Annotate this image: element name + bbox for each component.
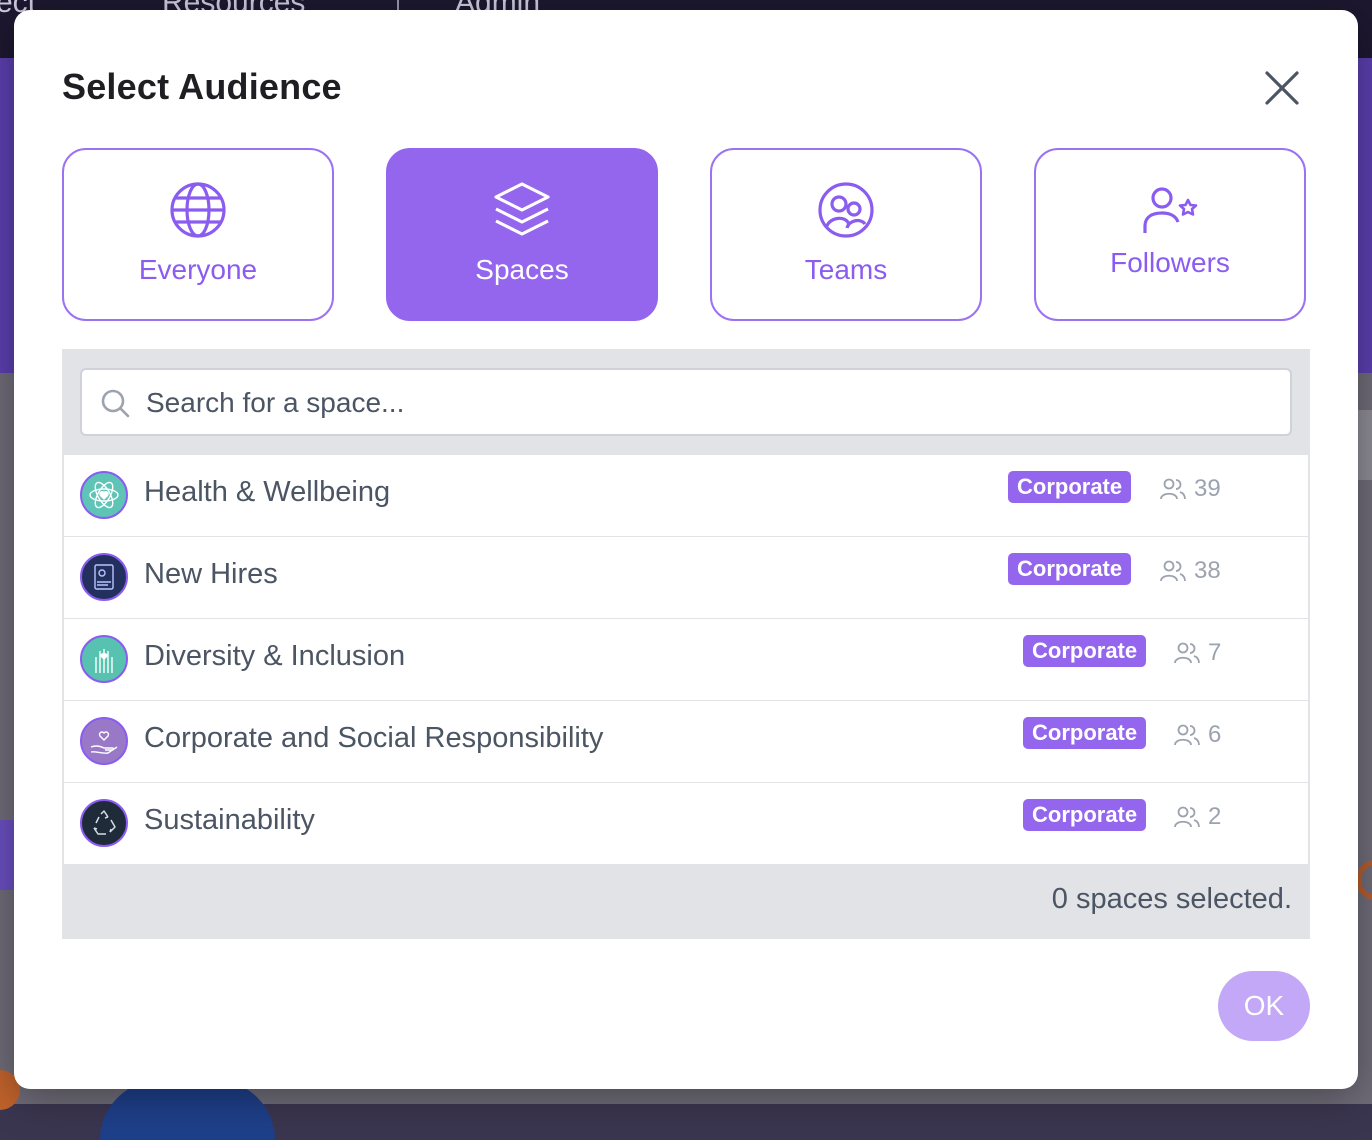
list-item[interactable]: Health & Wellbeing Corporate 39 [64,455,1308,536]
avatar [80,717,128,765]
close-icon [1265,71,1299,105]
space-type-badge: Corporate [1008,471,1132,503]
atom-heart-icon [89,481,119,509]
avatar [80,635,128,683]
member-count-value: 38 [1194,557,1221,584]
space-name: Corporate and Social Responsibility [144,722,604,754]
globe-icon [170,182,226,238]
hand-heart-icon [90,731,118,754]
dialog-title: Select Audience [62,66,342,107]
space-name: Sustainability [144,804,315,836]
avatar [80,799,128,847]
space-type-badge: Corporate [1023,717,1147,749]
member-count: 39 [1160,475,1221,503]
background-divider [397,0,399,10]
members-icon [1160,478,1186,500]
layers-icon [494,182,550,236]
tab-everyone[interactable]: Everyone [62,148,334,321]
tab-followers[interactable]: Followers [1034,148,1306,321]
member-count: 7 [1174,639,1221,667]
selection-status: 0 spaces selected. [1051,883,1292,915]
member-count-value: 39 [1194,475,1221,502]
ok-button[interactable]: OK [1218,971,1310,1041]
search-field [80,368,1292,436]
member-count-value: 6 [1208,721,1222,748]
close-button[interactable] [1260,66,1304,110]
select-audience-dialog: Select Audience Everyone Spaces Teams Fo… [14,10,1358,1089]
tab-label: Spaces [475,254,569,285]
member-count-value: 2 [1208,803,1222,830]
team-icon [818,182,874,238]
search-icon [101,389,130,418]
member-count-value: 7 [1208,639,1222,666]
space-name: Diversity & Inclusion [144,640,406,672]
tab-label: Followers [1110,247,1230,278]
member-count: 6 [1174,721,1221,749]
list-item[interactable]: Diversity & Inclusion Corporate 7 [64,619,1308,700]
space-type-badge: Corporate [1008,553,1132,585]
space-name: New Hires [144,558,278,590]
space-type-badge: Corporate [1023,799,1147,831]
recycle-icon [93,810,116,835]
avatar [80,471,128,519]
tab-teams[interactable]: Teams [710,148,982,321]
document-person-icon [94,564,114,590]
space-name: Health & Wellbeing [144,476,391,508]
background-card [1358,410,1372,480]
members-icon [1174,642,1200,664]
list-item[interactable]: Sustainability Corporate 2 [64,783,1308,864]
spaces-panel: Health & Wellbeing Corporate 39 [62,349,1310,939]
tab-label: Teams [804,254,888,285]
background-accent [0,820,14,890]
tab-spaces[interactable]: Spaces [386,148,658,321]
list-item[interactable]: New Hires Corporate 38 [64,537,1308,618]
member-count: 2 [1174,803,1221,831]
tab-label: Everyone [138,254,258,285]
member-count: 38 [1160,557,1221,585]
members-icon [1174,724,1200,746]
members-icon [1160,560,1186,582]
members-icon [1174,806,1200,828]
list-item[interactable]: Corporate and Social Responsibility Corp… [64,701,1308,782]
search-input[interactable] [144,380,1268,426]
follower-star-icon [1143,187,1198,233]
raised-hands-icon [95,649,113,673]
space-type-badge: Corporate [1023,635,1147,667]
avatar [80,553,128,601]
